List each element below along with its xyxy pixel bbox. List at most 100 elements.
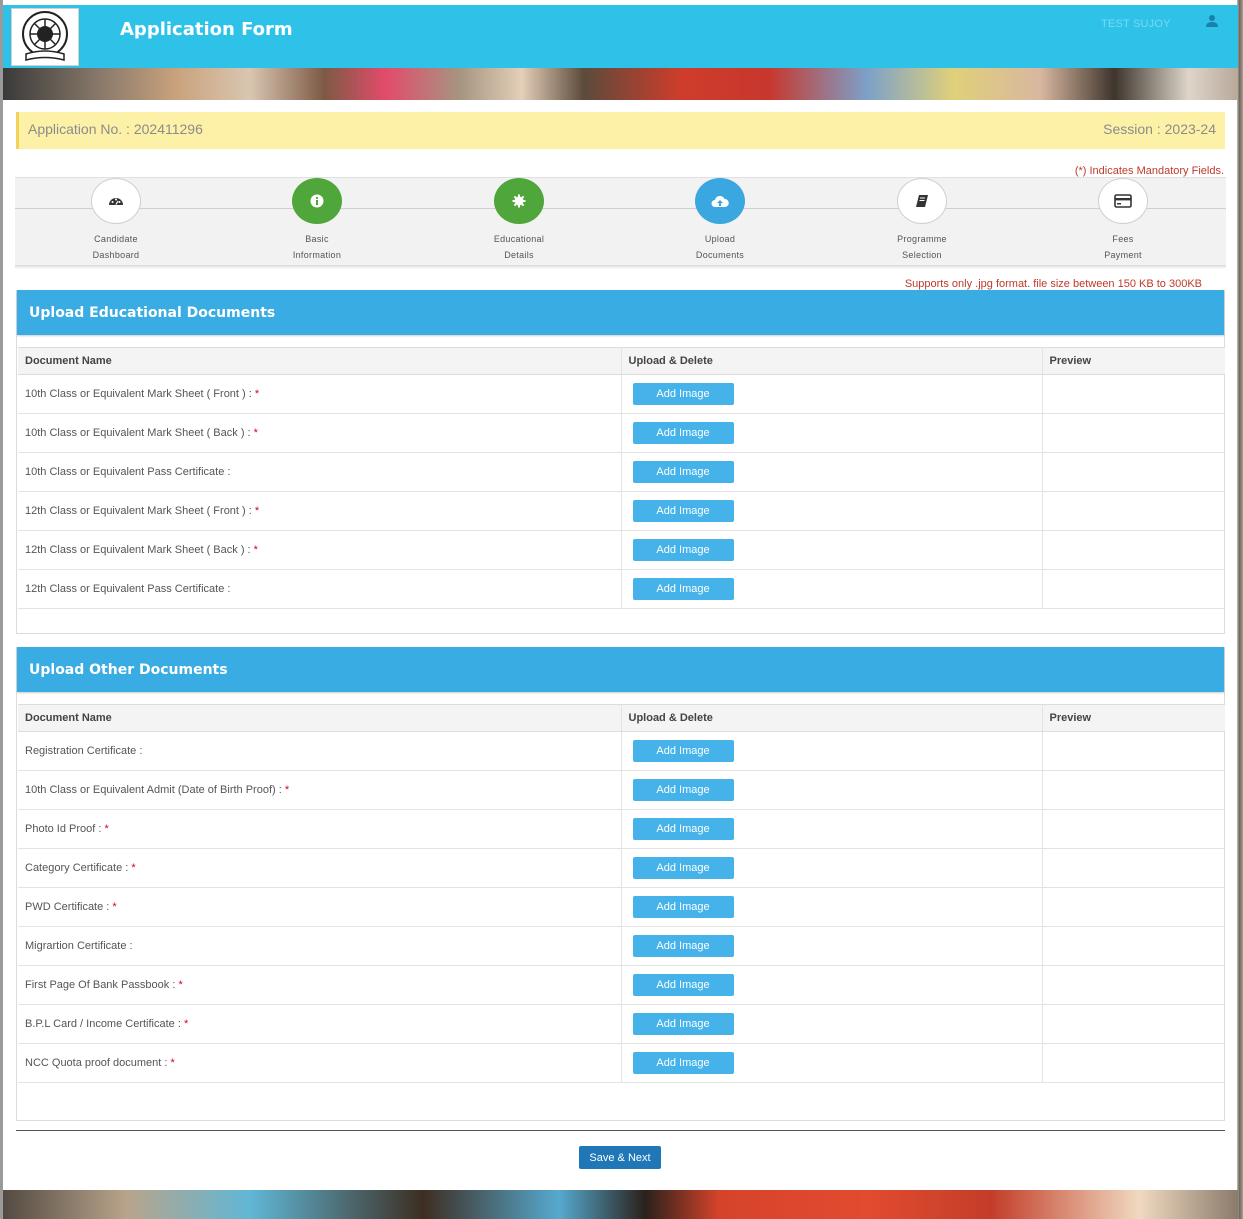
step-label: Candidate Dashboard <box>92 234 140 260</box>
other-documents-table: Document Name Upload & Delete Preview Re… <box>18 704 1225 1083</box>
application-info-bar: Application No. : 202411296 Session : 20… <box>16 112 1225 149</box>
required-marker: * <box>131 862 136 874</box>
step-candidate-dashboard[interactable]: Candidate Dashboard <box>56 178 176 263</box>
required-marker: * <box>112 901 117 913</box>
table-row: 10th Class or Equivalent Mark Sheet ( Fr… <box>18 374 1225 414</box>
step-circle[interactable] <box>695 178 745 224</box>
add-image-button[interactable]: Add Image <box>632 383 734 405</box>
file-format-note: Supports only .jpg format. file size bet… <box>904 278 1202 290</box>
step-basic-information[interactable]: Basic Information <box>257 178 377 263</box>
preview-cell <box>1042 491 1225 531</box>
document-name: PWD Certificate : <box>25 901 113 913</box>
document-name: First Page Of Bank Passbook : <box>25 979 179 991</box>
add-image-button[interactable]: Add Image <box>632 896 734 918</box>
required-marker: * <box>253 427 258 439</box>
preview-cell <box>1042 809 1225 849</box>
step-circle[interactable] <box>897 178 947 224</box>
step-circle[interactable] <box>494 178 544 224</box>
document-name: 12th Class or Equivalent Mark Sheet ( Fr… <box>25 505 255 517</box>
table-row: NCC Quota proof document : * Add Image <box>18 1043 1225 1083</box>
document-name: 10th Class or Equivalent Mark Sheet ( Fr… <box>25 388 255 400</box>
document-name: Photo Id Proof : <box>25 823 105 835</box>
footer-banner-image <box>3 1190 1238 1219</box>
step-fees-payment[interactable]: Fees Payment <box>1063 178 1183 263</box>
stepper-line <box>15 208 1226 209</box>
required-marker: * <box>178 979 183 991</box>
add-image-button[interactable]: Add Image <box>632 578 734 600</box>
upload-cell: Add Image <box>621 374 1043 414</box>
user-icon[interactable] <box>1205 14 1219 28</box>
table-row: PWD Certificate : * Add Image <box>18 887 1225 927</box>
step-upload-documents[interactable]: Upload Documents <box>660 178 780 263</box>
column-header-document-name: Document Name <box>18 347 622 375</box>
document-name: 10th Class or Equivalent Pass Certificat… <box>25 466 231 478</box>
document-name: 12th Class or Equivalent Pass Certificat… <box>25 583 231 595</box>
upload-cell: Add Image <box>621 491 1043 531</box>
add-image-button[interactable]: Add Image <box>632 818 734 840</box>
book-icon <box>916 195 928 207</box>
panel-title: Upload Other Documents <box>17 647 1224 692</box>
add-image-button[interactable]: Add Image <box>632 500 734 522</box>
table-header-row: Document Name Upload & Delete Preview <box>18 704 1225 732</box>
step-circle[interactable] <box>1098 178 1148 224</box>
educational-documents-body: 10th Class or Equivalent Mark Sheet ( Fr… <box>18 374 1225 609</box>
add-image-button[interactable]: Add Image <box>632 1052 734 1074</box>
preview-cell <box>1042 374 1225 414</box>
info-icon <box>310 194 324 208</box>
required-marker: * <box>284 784 290 796</box>
header-banner-image <box>3 68 1238 100</box>
table-row: B.P.L Card / Income Certificate : * Add I… <box>18 1004 1225 1044</box>
upload-cell: Add Image <box>621 848 1043 888</box>
step-label: Basic Information <box>292 234 342 260</box>
stepper-shadow <box>15 265 1226 269</box>
document-name: 10th Class or Equivalent Admit (Date of … <box>25 784 285 796</box>
add-image-button[interactable]: Add Image <box>632 974 734 996</box>
panel-footer <box>17 609 1224 633</box>
application-number: Application No. : 202411296 <box>28 121 203 137</box>
panel-title: Upload Educational Documents <box>17 290 1224 335</box>
upload-cell: Add Image <box>621 926 1043 966</box>
document-name: 10th Class or Equivalent Mark Sheet ( Ba… <box>25 427 254 439</box>
add-image-button[interactable]: Add Image <box>632 539 734 561</box>
step-label: Fees Payment <box>1104 234 1142 260</box>
upload-cell: Add Image <box>621 770 1043 810</box>
table-row: Photo Id Proof : * Add Image <box>18 809 1225 849</box>
add-image-button[interactable]: Add Image <box>632 461 734 483</box>
upload-cell: Add Image <box>621 1043 1043 1083</box>
panel-footer <box>17 1083 1224 1120</box>
page-edge-left <box>0 0 3 1219</box>
add-image-button[interactable]: Add Image <box>632 779 734 801</box>
document-name-cell: NCC Quota proof document : * <box>18 1043 622 1083</box>
table-row: 10th Class or Equivalent Mark Sheet ( Ba… <box>18 413 1225 453</box>
table-row: First Page Of Bank Passbook : * Add Image <box>18 965 1225 1005</box>
upload-cell: Add Image <box>621 413 1043 453</box>
add-image-button[interactable]: Add Image <box>632 422 734 444</box>
step-educational-details[interactable]: Educational Details <box>459 178 579 263</box>
document-name-cell: 10th Class or Equivalent Mark Sheet ( Ba… <box>18 413 622 453</box>
step-circle[interactable] <box>91 178 141 224</box>
user-name[interactable]: TEST SUJOY <box>1101 18 1171 30</box>
step-circle[interactable] <box>292 178 342 224</box>
preview-cell <box>1042 530 1225 570</box>
save-and-next-button[interactable]: Save & Next <box>579 1146 661 1169</box>
table-header-row: Document Name Upload & Delete Preview <box>18 347 1225 375</box>
step-programme-selection[interactable]: Programme Selection <box>862 178 982 263</box>
document-name: 12th Class or Equivalent Mark Sheet ( Ba… <box>25 544 254 556</box>
column-header-upload-delete: Upload & Delete <box>621 347 1043 375</box>
university-seal-icon <box>22 11 68 61</box>
document-name-cell: 12th Class or Equivalent Mark Sheet ( Ba… <box>18 530 622 570</box>
step-label: Educational Details <box>493 234 545 260</box>
preview-cell <box>1042 770 1225 810</box>
document-name: Registration Certificate : <box>25 745 143 757</box>
document-name-cell: PWD Certificate : * <box>18 887 622 927</box>
add-image-button[interactable]: Add Image <box>632 740 734 762</box>
required-marker: * <box>254 505 260 517</box>
add-image-button[interactable]: Add Image <box>632 1013 734 1035</box>
add-image-button[interactable]: Add Image <box>632 935 734 957</box>
add-image-button[interactable]: Add Image <box>632 857 734 879</box>
document-name: Category Certificate : <box>25 862 132 874</box>
educational-documents-table: Document Name Upload & Delete Preview 10… <box>18 347 1225 609</box>
document-name-cell: B.P.L Card / Income Certificate : * <box>18 1004 622 1044</box>
required-marker: * <box>104 823 109 835</box>
document-name-cell: 10th Class or Equivalent Pass Certificat… <box>18 452 622 492</box>
